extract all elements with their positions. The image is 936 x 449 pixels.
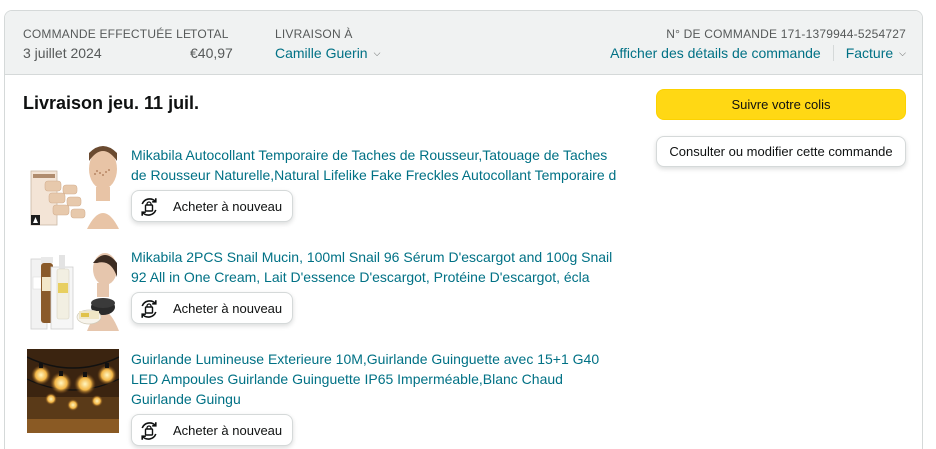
invoice-dropdown[interactable]: Facture ⌵ — [846, 45, 906, 62]
track-package-button[interactable]: Suivre votre colis — [656, 89, 906, 120]
chevron-down-icon: ⌵ — [373, 48, 381, 58]
order-card: COMMANDE EFFECTUÉE LE 3 juillet 2024 TOT… — [4, 10, 923, 449]
buy-again-button[interactable]: Acheter à nouveau — [131, 292, 293, 324]
view-modify-order-button[interactable]: Consulter ou modifier cette commande — [656, 136, 906, 167]
order-total-value: €40,97 — [190, 45, 233, 61]
order-header: COMMANDE EFFECTUÉE LE 3 juillet 2024 TOT… — [5, 11, 922, 75]
order-date-value: 3 juillet 2024 — [23, 45, 102, 61]
order-number-group: N° DE COMMANDE 171-1379944-5254727 Affic… — [610, 27, 906, 63]
product-image-string-lights[interactable] — [27, 349, 119, 433]
order-number-label: N° DE COMMANDE 171-1379944-5254727 — [666, 27, 906, 41]
reorder-bag-icon — [141, 422, 157, 440]
invoice-link[interactable]: Facture — [846, 45, 893, 61]
buy-again-label: Acheter à nouveau — [173, 301, 283, 316]
buy-again-button[interactable]: Acheter à nouveau — [131, 190, 293, 222]
product-image-snail-mucin[interactable] — [27, 247, 119, 331]
order-total-label: TOTAL — [190, 27, 229, 41]
reorder-bag-icon — [141, 198, 157, 216]
ship-to-group: LIVRAISON À Camille Guerin ⌵ — [275, 27, 380, 62]
order-links: Afficher des détails de commande Facture ⌵ — [610, 44, 906, 63]
order-date-group: COMMANDE EFFECTUÉE LE 3 juillet 2024 — [23, 27, 191, 62]
product-title-link[interactable]: Mikabila 2PCS Snail Mucin, 100ml Snail 9… — [131, 247, 626, 287]
buy-again-button[interactable]: Acheter à nouveau — [131, 414, 293, 446]
chevron-down-icon: ⌵ — [899, 48, 906, 58]
product-image-freckle-stickers[interactable] — [27, 145, 119, 229]
buy-again-label: Acheter à nouveau — [173, 423, 283, 438]
order-details-link[interactable]: Afficher des détails de commande — [610, 45, 821, 61]
product-title-link[interactable]: Mikabila Autocollant Temporaire de Tache… — [131, 145, 626, 185]
product-title-link[interactable]: Guirlande Lumineuse Exterieure 10M,Guirl… — [131, 349, 626, 409]
ship-to-dropdown[interactable]: Camille Guerin ⌵ — [275, 44, 380, 62]
ship-to-label: LIVRAISON À — [275, 27, 353, 41]
buy-again-label: Acheter à nouveau — [173, 199, 283, 214]
ship-to-name[interactable]: Camille Guerin — [275, 45, 368, 61]
order-total-group: TOTAL €40,97 — [190, 27, 233, 62]
reorder-bag-icon — [141, 300, 157, 318]
delivery-status-title: Livraison jeu. 11 juil. — [23, 93, 200, 113]
link-divider — [832, 45, 834, 61]
order-date-label: COMMANDE EFFECTUÉE LE — [23, 27, 192, 41]
